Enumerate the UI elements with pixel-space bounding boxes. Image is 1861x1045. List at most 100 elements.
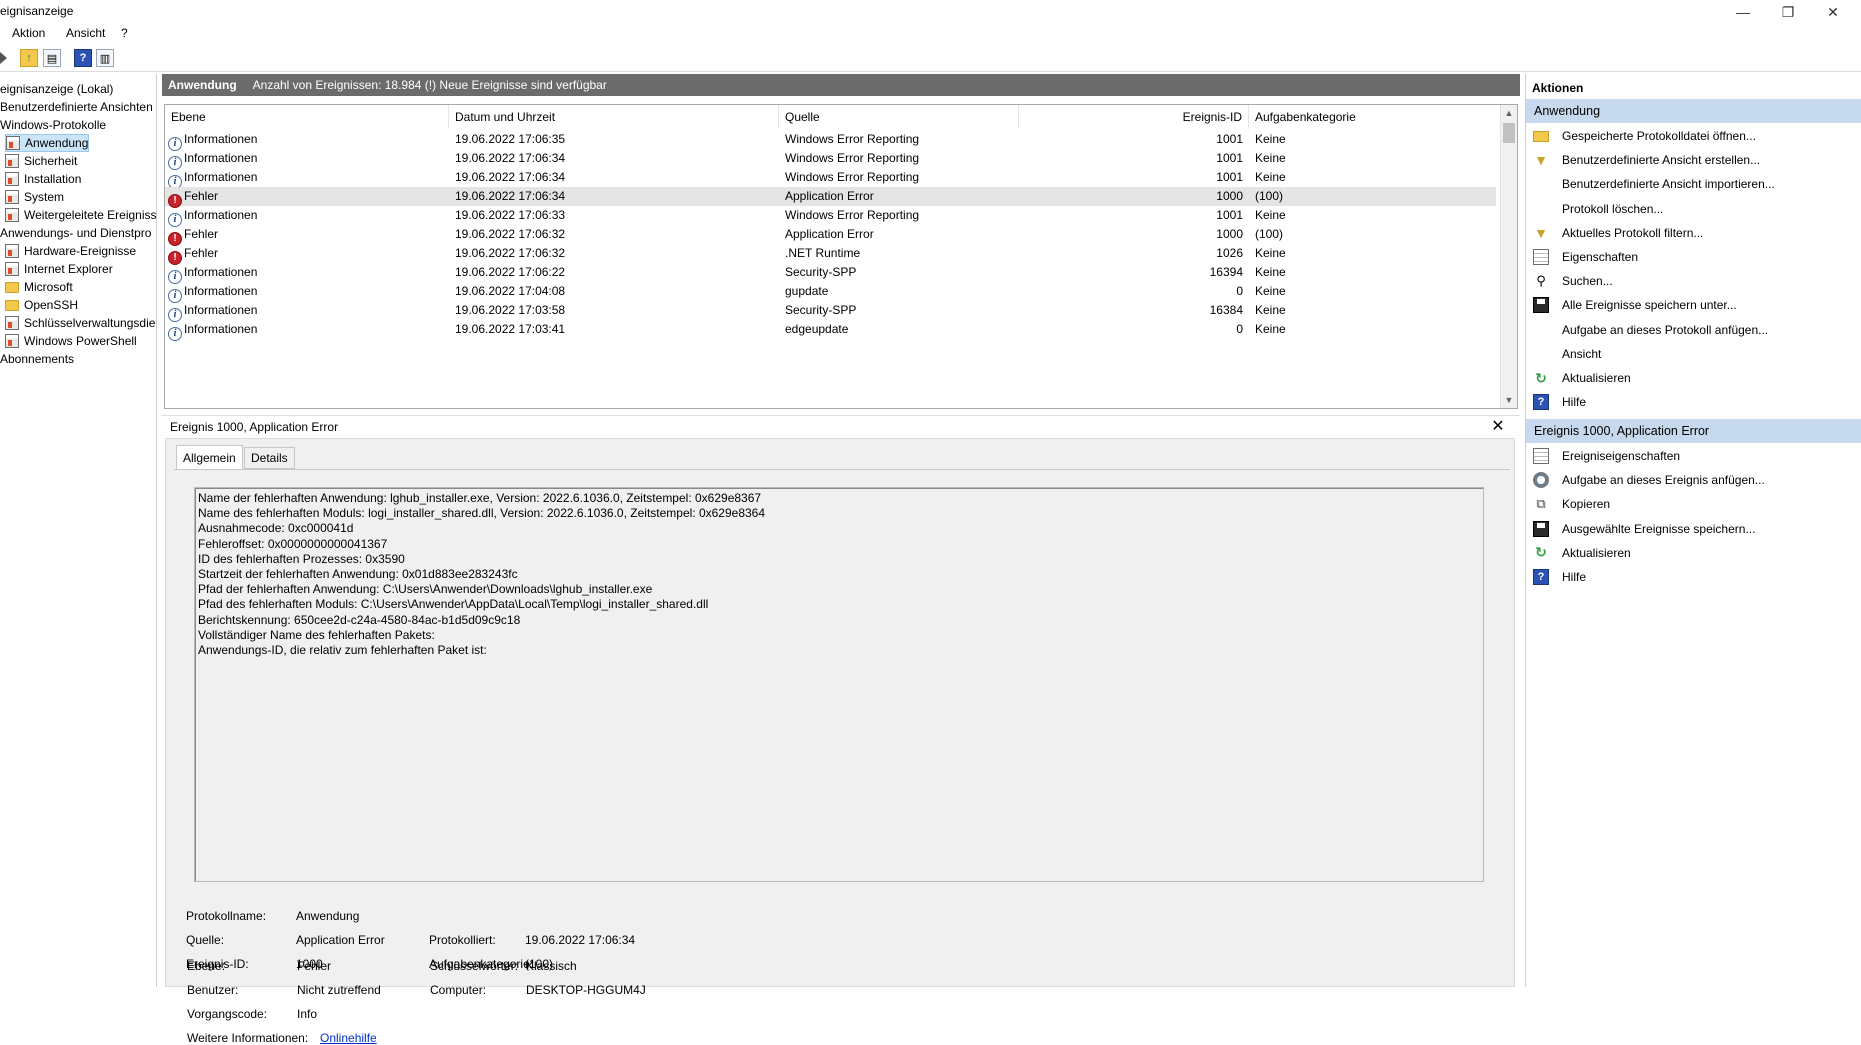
action-item[interactable]: Aufgabe an dieses Protokoll anfügen...	[1526, 318, 1861, 342]
description-line: ID des fehlerhaften Prozesses: 0x3590	[198, 551, 405, 566]
action-item[interactable]: Ausgewählte Ereignisse speichern...	[1526, 517, 1861, 541]
cell-category: Keine	[1255, 246, 1286, 260]
folder-icon	[5, 299, 19, 311]
value-quelle: Application Error	[296, 933, 385, 947]
action-item[interactable]: Ansicht	[1526, 342, 1861, 366]
column-header-ebene[interactable]: Ebene	[165, 105, 449, 129]
restore-button[interactable]: ❐	[1765, 0, 1811, 24]
action-item[interactable]: ▼ Benutzerdefinierte Ansicht erstellen...	[1526, 148, 1861, 172]
onlinehilfe-link[interactable]: Onlinehilfe	[320, 1031, 377, 1045]
tree-item-label: OpenSSH	[24, 298, 79, 312]
column-header-datum[interactable]: Datum und Uhrzeit	[449, 105, 779, 129]
scroll-thumb[interactable]	[1503, 123, 1515, 143]
show-hide-tree-icon[interactable]: ▤	[43, 49, 61, 67]
close-detail-icon[interactable]: ✕	[1488, 415, 1508, 437]
tree-item[interactable]: Schlüsselverwaltungsdien	[5, 314, 157, 332]
table-row[interactable]: ! Fehler 19.06.2022 17:06:32 Application Er…	[165, 225, 1496, 246]
cell-source: gupdate	[785, 284, 829, 298]
cell-date: 19.06.2022 17:06:34	[455, 170, 566, 184]
action-item[interactable]: Ereigniseigenschaften	[1526, 444, 1861, 468]
tree-item[interactable]: Weitergeleitete Ereignisse	[5, 206, 156, 224]
cell-level: i Informationen	[168, 303, 257, 322]
cell-event-id: 16384	[1209, 303, 1243, 317]
tree-item-label: Schlüsselverwaltungsdien	[24, 316, 157, 330]
back-icon[interactable]	[0, 52, 7, 64]
tree-item[interactable]: OpenSSH	[5, 296, 78, 314]
table-row[interactable]: i Informationen 19.06.2022 17:06:34 Windows…	[165, 149, 1496, 170]
table-row[interactable]: i Informationen 19.06.2022 17:06:35 Windows…	[165, 130, 1496, 151]
minimize-button[interactable]: —	[1720, 0, 1766, 24]
column-header-aufgabenkategorie[interactable]: Aufgabenkategorie	[1249, 105, 1499, 129]
table-row[interactable]: i Informationen 19.06.2022 17:06:33 Windows…	[165, 206, 1496, 227]
action-item[interactable]: ↻ Aktualisieren	[1526, 366, 1861, 390]
close-button[interactable]: ✕	[1810, 0, 1856, 24]
center-pane: Anwendung Anzahl von Ereignissen: 18.984…	[162, 74, 1520, 1045]
cell-category: Keine	[1255, 265, 1286, 279]
tab-details[interactable]: Details	[244, 447, 295, 469]
cell-category: Keine	[1255, 284, 1286, 298]
action-item[interactable]: Protokoll löschen...	[1526, 197, 1861, 221]
column-header-quelle[interactable]: Quelle	[779, 105, 1019, 129]
tree-item[interactable]: Abonnements	[0, 350, 74, 368]
menu-aktion[interactable]: Aktion	[12, 26, 45, 40]
table-row[interactable]: i Informationen 19.06.2022 17:06:34 Windows…	[165, 168, 1496, 189]
action-item[interactable]: ⧉ Kopieren	[1526, 492, 1861, 516]
tree-item[interactable]: Benutzerdefinierte Ansichten	[0, 98, 153, 116]
label-schluesselwoerter: Schlüsselwörter:	[430, 959, 519, 973]
action-item-label: Eigenschaften	[1562, 250, 1639, 264]
tree-item-label: Abonnements	[0, 352, 75, 366]
tree-item-label: Internet Explorer	[24, 262, 113, 276]
tree-item-label: Microsoft	[24, 280, 73, 294]
table-row[interactable]: i Informationen 19.06.2022 17:03:58 Securit…	[165, 301, 1496, 322]
cell-category: Keine	[1255, 208, 1286, 222]
tree-item[interactable]: Anwendung	[5, 134, 90, 152]
help-icon: ?	[1533, 394, 1549, 411]
action-item[interactable]: ? Hilfe	[1526, 565, 1861, 589]
tree-item[interactable]: Microsoft	[5, 278, 73, 296]
tab-allgemein[interactable]: Allgemein	[176, 445, 243, 470]
up-folder-icon[interactable]: ↑	[20, 49, 38, 67]
action-item[interactable]: ? Hilfe	[1526, 390, 1861, 414]
action-item[interactable]: Eigenschaften	[1526, 245, 1861, 269]
tree-item[interactable]: Windows-Protokolle	[0, 116, 106, 134]
list-scrollbar[interactable]: ▲ ▼	[1500, 105, 1517, 408]
table-row[interactable]: ! Fehler 19.06.2022 17:06:34 Application Er…	[165, 187, 1496, 208]
cell-event-id: 1001	[1216, 170, 1243, 184]
cell-level-text: Informationen	[184, 265, 258, 279]
action-item[interactable]: Gespeicherte Protokolldatei öffnen...	[1526, 124, 1861, 148]
tree-item[interactable]: Windows PowerShell	[5, 332, 137, 350]
tree-item[interactable]: eignisanzeige (Lokal)	[0, 80, 113, 98]
tree-item[interactable]: System	[5, 188, 64, 206]
tree-item-label: eignisanzeige (Lokal)	[0, 82, 114, 96]
tree-item[interactable]: Anwendungs- und Dienstpro	[0, 224, 151, 242]
action-item[interactable]: ↻ Aktualisieren	[1526, 541, 1861, 565]
action-item[interactable]: Benutzerdefinierte Ansicht importieren..…	[1526, 172, 1861, 196]
tree-item[interactable]: Installation	[5, 170, 81, 188]
menu-ansicht[interactable]: Ansicht	[66, 26, 105, 40]
scroll-down-icon[interactable]: ▼	[1501, 392, 1517, 408]
tree-item[interactable]: Hardware-Ereignisse	[5, 242, 136, 260]
column-header-ereignis-id[interactable]: Ereignis-ID	[1019, 105, 1249, 129]
detail-header: Ereignis 1000, Application Error	[162, 415, 1520, 437]
action-item[interactable]: ⚲ Suchen...	[1526, 269, 1861, 293]
show-hide-action-pane-icon[interactable]: ▥	[96, 49, 114, 67]
menu-help[interactable]: ?	[121, 26, 128, 40]
cell-event-id: 1001	[1216, 132, 1243, 146]
action-item-label: Ausgewählte Ereignisse speichern...	[1562, 521, 1756, 536]
help-icon[interactable]: ?	[74, 49, 92, 67]
tree-item-label: Hardware-Ereignisse	[24, 244, 137, 258]
tree-item[interactable]: Internet Explorer	[5, 260, 113, 278]
table-row[interactable]: ! Fehler 19.06.2022 17:06:32 .NET Runtime 10…	[165, 244, 1496, 265]
action-item[interactable]: ▼ Aktuelles Protokoll filtern...	[1526, 221, 1861, 245]
value-protokolliert: 19.06.2022 17:06:34	[525, 933, 636, 947]
actions-section-anwendung[interactable]: Anwendung	[1526, 99, 1861, 123]
tree-item[interactable]: Sicherheit	[5, 152, 77, 170]
table-row[interactable]: i Informationen 19.06.2022 17:04:08 gupdate…	[165, 282, 1496, 303]
table-row[interactable]: i Informationen 19.06.2022 17:06:22 Securit…	[165, 263, 1496, 284]
scroll-up-icon[interactable]: ▲	[1501, 105, 1517, 121]
action-item[interactable]: Alle Ereignisse speichern unter...	[1526, 293, 1861, 317]
action-item[interactable]: Aufgabe an dieses Ereignis anfügen...	[1526, 468, 1861, 492]
table-row[interactable]: i Informationen 19.06.2022 17:03:41 edgeupd…	[165, 320, 1496, 341]
event-description[interactable]: Name der fehlerhaften Anwendung: lghub_i…	[194, 487, 1484, 882]
actions-section-event[interactable]: Ereignis 1000, Application Error	[1526, 419, 1861, 443]
